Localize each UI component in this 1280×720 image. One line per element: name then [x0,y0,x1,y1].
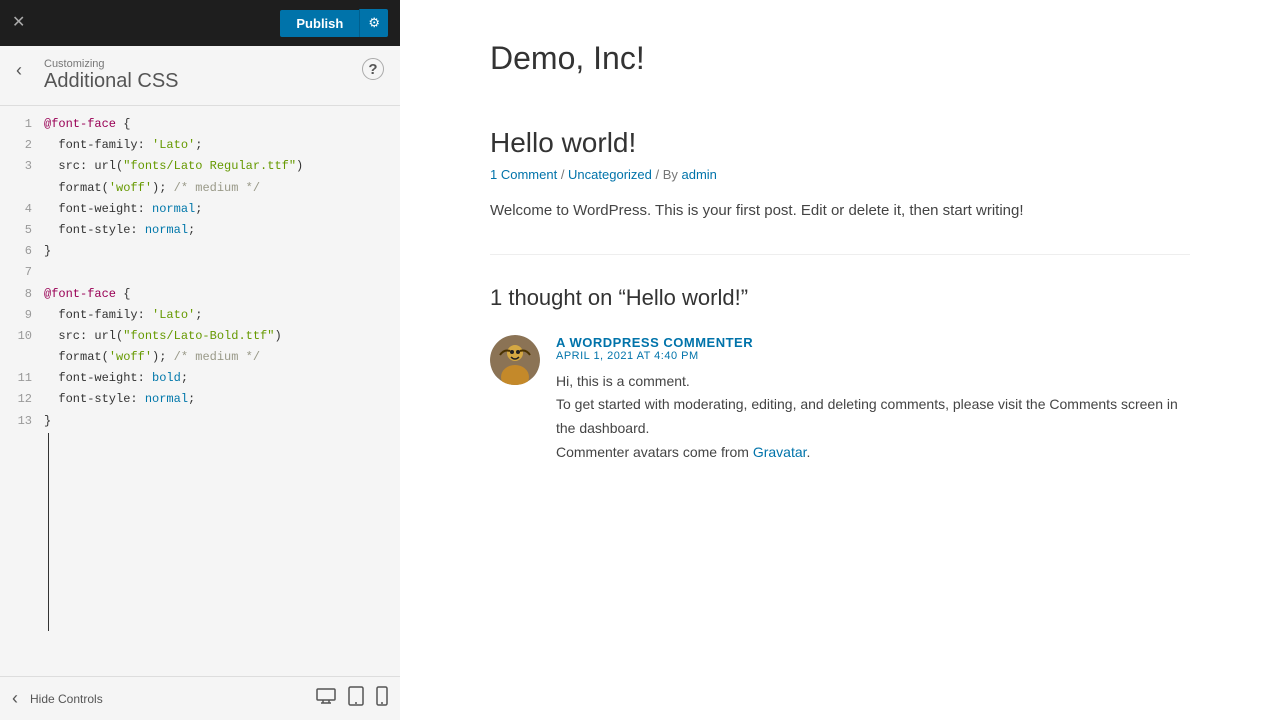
comment-author: A WORDPRESS COMMENTER [556,335,1190,350]
desktop-icon [316,688,336,704]
publish-button[interactable]: Publish [280,10,359,37]
comment-text: Hi, this is a comment. To get started wi… [556,370,1190,465]
mobile-icon [376,686,388,706]
comment-item: A WORDPRESS COMMENTER APRIL 1, 2021 AT 4… [490,335,1190,465]
comment-line-2: To get started with moderating, editing,… [556,396,1178,436]
avatar-image [490,335,540,385]
left-panel: ✕ Publish ⚙ ‹ ? Customizing Additional C… [0,0,400,720]
code-line-5: 5 font-style: normal; [0,220,400,241]
desktop-view-button[interactable] [316,688,336,709]
hide-controls-back-button[interactable]: ‹ [12,688,18,709]
close-button[interactable]: ✕ [12,15,25,31]
customizing-label: Customizing [44,58,384,70]
publish-settings-button[interactable]: ⚙ [359,9,388,37]
top-bar: ✕ Publish ⚙ [0,0,400,46]
comments-section: 1 thought on “Hello world!” A [490,255,1190,515]
code-line-9: 9 font-family: 'Lato'; [0,305,400,326]
back-button[interactable]: ‹ [16,60,22,81]
tablet-view-button[interactable] [348,686,364,711]
preview-panel: Demo, Inc! Hello world! 1 Comment / Unca… [400,0,1280,720]
hide-controls-label: Hide Controls [30,692,304,706]
code-line-11: 11 font-weight: bold; [0,368,400,389]
customizing-header: ‹ ? Customizing Additional CSS [0,46,400,106]
code-line-10b: format('woff'); /* medium */ [0,347,400,368]
tablet-icon [348,686,364,706]
code-line-1: 1 @font-face { [0,114,400,135]
help-button[interactable]: ? [362,58,384,80]
code-line-10: 10 src: url("fonts/Lato-Bold.ttf") [0,326,400,347]
code-line-7: 7 [0,262,400,283]
code-line-6: 6 } [0,241,400,262]
comment-body: A WORDPRESS COMMENTER APRIL 1, 2021 AT 4… [556,335,1190,465]
code-cursor-area [0,432,400,632]
comment-date: APRIL 1, 2021 AT 4:40 PM [556,350,1190,362]
post-content: Welcome to WordPress. This is your first… [490,198,1190,224]
category-link[interactable]: Uncategorized [568,167,652,182]
code-line-8: 8 @font-face { [0,284,400,305]
code-line-4: 4 font-weight: normal; [0,199,400,220]
code-line-3: 3 src: url("fonts/Lato Regular.ttf") [0,156,400,177]
gravatar-link[interactable]: Gravatar [753,444,807,460]
site-title: Demo, Inc! [490,20,1190,97]
code-line-2: 2 font-family: 'Lato'; [0,135,400,156]
code-line-3b: format('woff'); /* medium */ [0,178,400,199]
post-area: Hello world! 1 Comment / Uncategorized /… [490,97,1190,255]
post-meta: 1 Comment / Uncategorized / By admin [490,167,1190,182]
comment-link[interactable]: 1 Comment [490,167,557,182]
customizing-title: Additional CSS [44,70,384,93]
css-editor[interactable]: 1 @font-face { 2 font-family: 'Lato'; 3 … [0,106,400,676]
code-line-12: 12 font-style: normal; [0,389,400,410]
post-title: Hello world! [490,127,1190,159]
comments-title: 1 thought on “Hello world!” [490,285,1190,311]
avatar [490,335,540,385]
code-line-13: 13 } [0,411,400,432]
mobile-view-button[interactable] [376,686,388,711]
author-link[interactable]: admin [682,167,717,182]
comment-line-3: Commenter avatars come from [556,444,749,460]
bottom-bar: ‹ Hide Controls [0,676,400,720]
comment-line-1: Hi, this is a comment. [556,373,690,389]
publish-group: Publish ⚙ [280,9,388,37]
